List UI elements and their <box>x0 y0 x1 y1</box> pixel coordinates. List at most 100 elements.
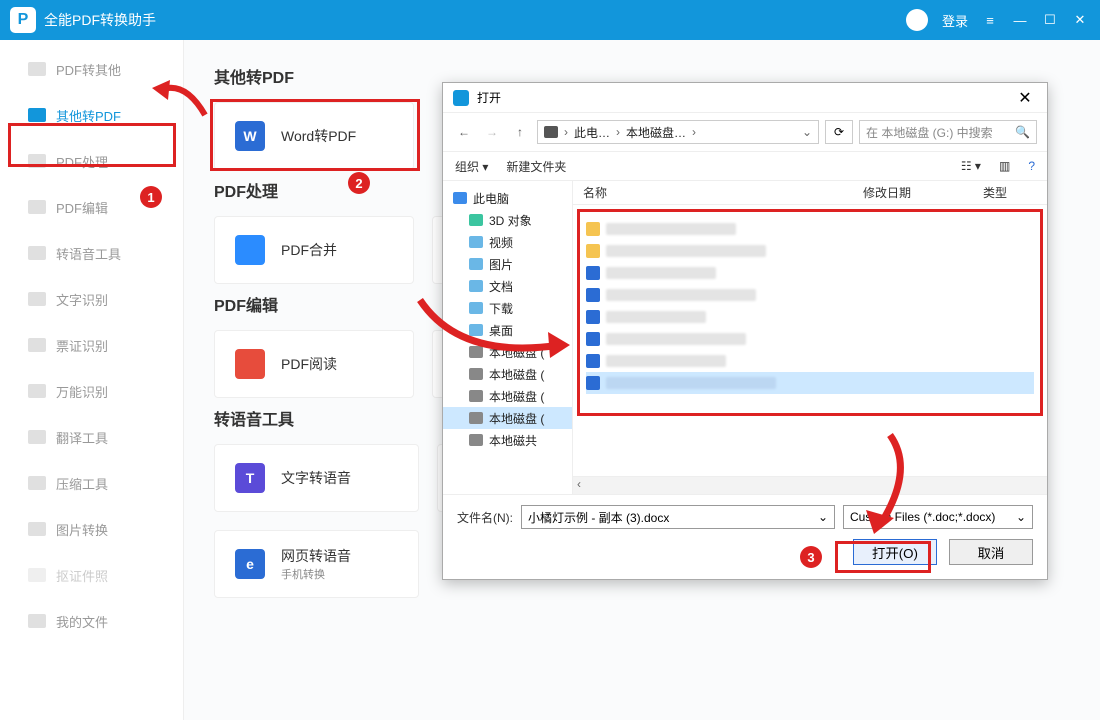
card-text-to-speech[interactable]: T文字转语音 <box>214 444 419 512</box>
menu-icon[interactable]: ≡ <box>982 12 998 28</box>
avatar[interactable] <box>906 9 928 31</box>
merge-icon <box>235 235 265 265</box>
doc-icon <box>586 310 600 324</box>
new-folder-button[interactable]: 新建文件夹 <box>506 158 566 175</box>
nav-up-button[interactable]: ↑ <box>509 125 531 139</box>
list-item-selected[interactable] <box>586 372 1034 394</box>
close-icon[interactable]: ✕ <box>1072 12 1088 28</box>
sidebar-item-tts[interactable]: 转语音工具 <box>0 230 183 276</box>
tree-node[interactable]: 桌面 <box>443 319 572 341</box>
tree-node-this-pc[interactable]: 此电脑 <box>443 187 572 209</box>
word-icon: W <box>235 121 265 151</box>
login-link[interactable]: 登录 <box>942 11 968 30</box>
list-item[interactable] <box>586 218 1034 240</box>
refresh-button[interactable]: ⟳ <box>825 120 853 144</box>
chevron-down-icon[interactable]: ⌄ <box>802 125 812 139</box>
docs-icon <box>469 280 483 292</box>
column-type[interactable]: 类型 <box>983 184 1007 201</box>
view-mode-button[interactable]: ☷ ▾ <box>961 159 981 173</box>
preview-pane-button[interactable]: ▥ <box>999 159 1010 173</box>
drive-icon <box>469 346 483 358</box>
open-button[interactable]: 打开(O) <box>853 539 937 565</box>
doc-icon <box>586 288 600 302</box>
card-pdf-merge[interactable]: PDF合并 <box>214 216 414 284</box>
text-icon: T <box>235 463 265 493</box>
filename-label: 文件名(N): <box>457 509 513 526</box>
ocr-icon <box>28 292 46 306</box>
list-item[interactable] <box>586 284 1034 306</box>
cancel-button[interactable]: 取消 <box>949 539 1033 565</box>
card-word-to-pdf[interactable]: W Word转PDF <box>214 102 414 170</box>
process-icon <box>28 154 46 168</box>
web-tts-icon: e <box>235 549 265 579</box>
filename-input[interactable]: 小橘灯示例 - 副本 (3).docx⌄ <box>521 505 835 529</box>
chevron-down-icon[interactable]: ⌄ <box>818 510 828 524</box>
card-web-to-speech[interactable]: e网页转语音手机转换 <box>214 530 419 598</box>
sidebar-item-pdf-edit[interactable]: PDF编辑 <box>0 184 183 230</box>
maximize-icon[interactable]: ☐ <box>1042 12 1058 28</box>
file-list: 名称 修改日期 类型 ‹ <box>573 181 1047 494</box>
tree-node[interactable]: 下载 <box>443 297 572 319</box>
tree-node[interactable]: 本地磁盘 ( <box>443 363 572 385</box>
sidebar-item-compress[interactable]: 压缩工具 <box>0 460 183 506</box>
app-logo: P <box>10 7 36 33</box>
sidebar-item-pdf-process[interactable]: PDF处理 <box>0 138 183 184</box>
read-icon <box>235 349 265 379</box>
image-icon <box>28 522 46 536</box>
tree-node[interactable]: 本地磁盘 ( <box>443 341 572 363</box>
folder-icon <box>28 614 46 628</box>
list-item[interactable] <box>586 350 1034 372</box>
drive-icon <box>469 390 483 402</box>
doc-icon <box>586 266 600 280</box>
breadcrumb[interactable]: 此电… 本地磁盘… ⌄ <box>537 120 819 144</box>
minimize-icon[interactable]: — <box>1012 12 1028 28</box>
download-icon <box>469 302 483 314</box>
translate-icon <box>28 430 46 444</box>
scan-icon <box>28 384 46 398</box>
sidebar-item-ticket[interactable]: 票证识别 <box>0 322 183 368</box>
sidebar: PDF转其他 其他转PDF PDF处理 PDF编辑 转语音工具 文字识别 票证识… <box>0 40 184 720</box>
drive-icon <box>469 412 483 424</box>
list-item[interactable] <box>586 328 1034 350</box>
nav-forward-button[interactable]: → <box>481 125 503 139</box>
tree-node[interactable]: 本地磁盘 ( <box>443 385 572 407</box>
list-item[interactable] <box>586 306 1034 328</box>
sidebar-item-other-to-pdf[interactable]: 其他转PDF <box>0 92 183 138</box>
column-name[interactable]: 名称 <box>583 184 863 201</box>
help-button[interactable]: ? <box>1028 159 1035 173</box>
sidebar-item-universal[interactable]: 万能识别 <box>0 368 183 414</box>
pdf-icon <box>28 108 46 122</box>
video-icon <box>469 236 483 248</box>
folder-tree[interactable]: 此电脑 3D 对象 视频 图片 文档 下载 桌面 本地磁盘 ( 本地磁盘 ( 本… <box>443 181 573 494</box>
nav-back-button[interactable]: ← <box>453 125 475 139</box>
tree-node[interactable]: 本地磁共 <box>443 429 572 451</box>
sidebar-item-translate[interactable]: 翻译工具 <box>0 414 183 460</box>
drive-icon <box>469 434 483 446</box>
chevron-down-icon[interactable]: ⌄ <box>1016 510 1026 524</box>
pdf-icon <box>28 62 46 76</box>
tree-node[interactable]: 文档 <box>443 275 572 297</box>
sidebar-item-image[interactable]: 图片转换 <box>0 506 183 552</box>
app-title: 全能PDF转换助手 <box>44 10 906 30</box>
list-item[interactable] <box>586 240 1034 262</box>
horizontal-scrollbar[interactable]: ‹ <box>573 476 1047 494</box>
column-date[interactable]: 修改日期 <box>863 184 983 201</box>
sidebar-item-pdf-to-other[interactable]: PDF转其他 <box>0 46 183 92</box>
dialog-close-button[interactable]: ✕ <box>1013 88 1037 108</box>
sidebar-item-idphoto[interactable]: 抠证件照 <box>0 552 183 598</box>
tree-node-selected[interactable]: 本地磁盘 ( <box>443 407 572 429</box>
sidebar-item-ocr[interactable]: 文字识别 <box>0 276 183 322</box>
doc-icon <box>586 376 600 390</box>
organize-button[interactable]: 组织 ▾ <box>455 158 488 175</box>
desktop-icon <box>469 324 483 336</box>
tree-node[interactable]: 3D 对象 <box>443 209 572 231</box>
file-filter-select[interactable]: Custom Files (*.doc;*.docx)⌄ <box>843 505 1033 529</box>
sidebar-item-myfiles[interactable]: 我的文件 <box>0 598 183 644</box>
card-pdf-read[interactable]: PDF阅读 <box>214 330 414 398</box>
dialog-logo-icon <box>453 90 469 106</box>
search-input[interactable]: 在 本地磁盘 (G:) 中搜索 🔍 <box>859 120 1037 144</box>
doc-icon <box>586 332 600 346</box>
list-item[interactable] <box>586 262 1034 284</box>
tree-node[interactable]: 视频 <box>443 231 572 253</box>
tree-node[interactable]: 图片 <box>443 253 572 275</box>
